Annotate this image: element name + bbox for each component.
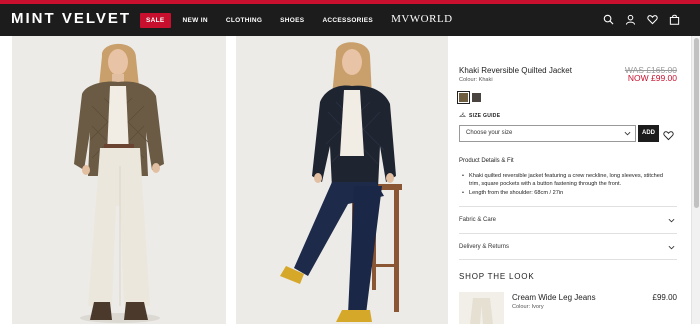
accordion-fabric-care[interactable]: Fabric & Care (459, 206, 677, 233)
product-details-heading: Product Details & Fit (459, 158, 514, 164)
look-item-price: £99.00 (652, 293, 677, 302)
look-item-colour: Colour: Ivory (512, 304, 544, 310)
chevron-down-icon (668, 218, 675, 223)
nav-item-mvworld[interactable]: MVWORLD (385, 12, 459, 29)
model-illustration-front (12, 36, 226, 324)
accordion-label: Fabric & Care (459, 217, 497, 223)
list-item: Length from the shoulder: 68cm / 27in (459, 189, 675, 198)
accordion-label: Delivery & Returns (459, 244, 510, 250)
site-header: MINT VELVET SALE NEW IN CLOTHING SHOES A… (0, 4, 700, 36)
nav-item-new-in[interactable]: NEW IN (177, 13, 214, 28)
scrollbar-thumb[interactable] (694, 38, 699, 208)
size-select-value: Choose your size (466, 130, 513, 136)
nav-item-accessories[interactable]: ACCESSORIES (316, 13, 379, 28)
swatch-khaki[interactable] (457, 91, 470, 104)
accordion-delivery-returns[interactable]: Delivery & Returns (459, 233, 677, 260)
add-to-bag-button[interactable]: ADD (638, 125, 659, 142)
header-icons (603, 14, 680, 25)
nav-item-clothing[interactable]: CLOTHING (220, 13, 268, 28)
product-colour: Colour: Khaki (459, 77, 493, 83)
add-to-wishlist-heart-icon[interactable] (663, 128, 674, 141)
hanger-icon (458, 112, 467, 119)
size-guide-link[interactable]: SIZE GUIDE (458, 112, 501, 119)
chevron-down-icon (668, 245, 675, 250)
product-info-panel: Khaki Reversible Quilted Jacket Colour: … (457, 36, 677, 324)
size-guide-label: SIZE GUIDE (469, 112, 501, 119)
nav-item-sale[interactable]: SALE (140, 13, 171, 28)
page-scrollbar[interactable] (691, 36, 700, 324)
brand-logo[interactable]: MINT VELVET (11, 10, 131, 27)
model-illustration-seated (236, 36, 448, 324)
product-image-front[interactable] (12, 36, 226, 324)
bag-icon[interactable] (669, 14, 680, 25)
look-item-thumbnail[interactable] (459, 292, 504, 324)
jeans-thumbnail-illustration (459, 292, 504, 324)
now-price: NOW £99.00 (627, 73, 677, 83)
search-icon[interactable] (603, 14, 614, 25)
wishlist-icon[interactable] (647, 14, 658, 25)
main-nav: SALE NEW IN CLOTHING SHOES ACCESSORIES M… (140, 12, 465, 29)
product-title: Khaki Reversible Quilted Jacket (459, 66, 572, 75)
product-details-list: Khaki quilted reversible jacket featurin… (459, 172, 675, 198)
size-select[interactable]: Choose your size (459, 125, 636, 142)
shop-the-look-heading: SHOP THE LOOK (459, 272, 535, 281)
list-item: Khaki quilted reversible jacket featurin… (459, 172, 675, 189)
nav-item-shoes[interactable]: SHOES (274, 13, 310, 28)
colour-swatches (457, 91, 481, 104)
look-item-name[interactable]: Cream Wide Leg Jeans (512, 293, 596, 302)
swatch-dark[interactable] (472, 93, 481, 102)
product-image-seated[interactable] (236, 36, 448, 324)
account-icon[interactable] (625, 14, 636, 25)
chevron-down-icon (624, 131, 631, 136)
